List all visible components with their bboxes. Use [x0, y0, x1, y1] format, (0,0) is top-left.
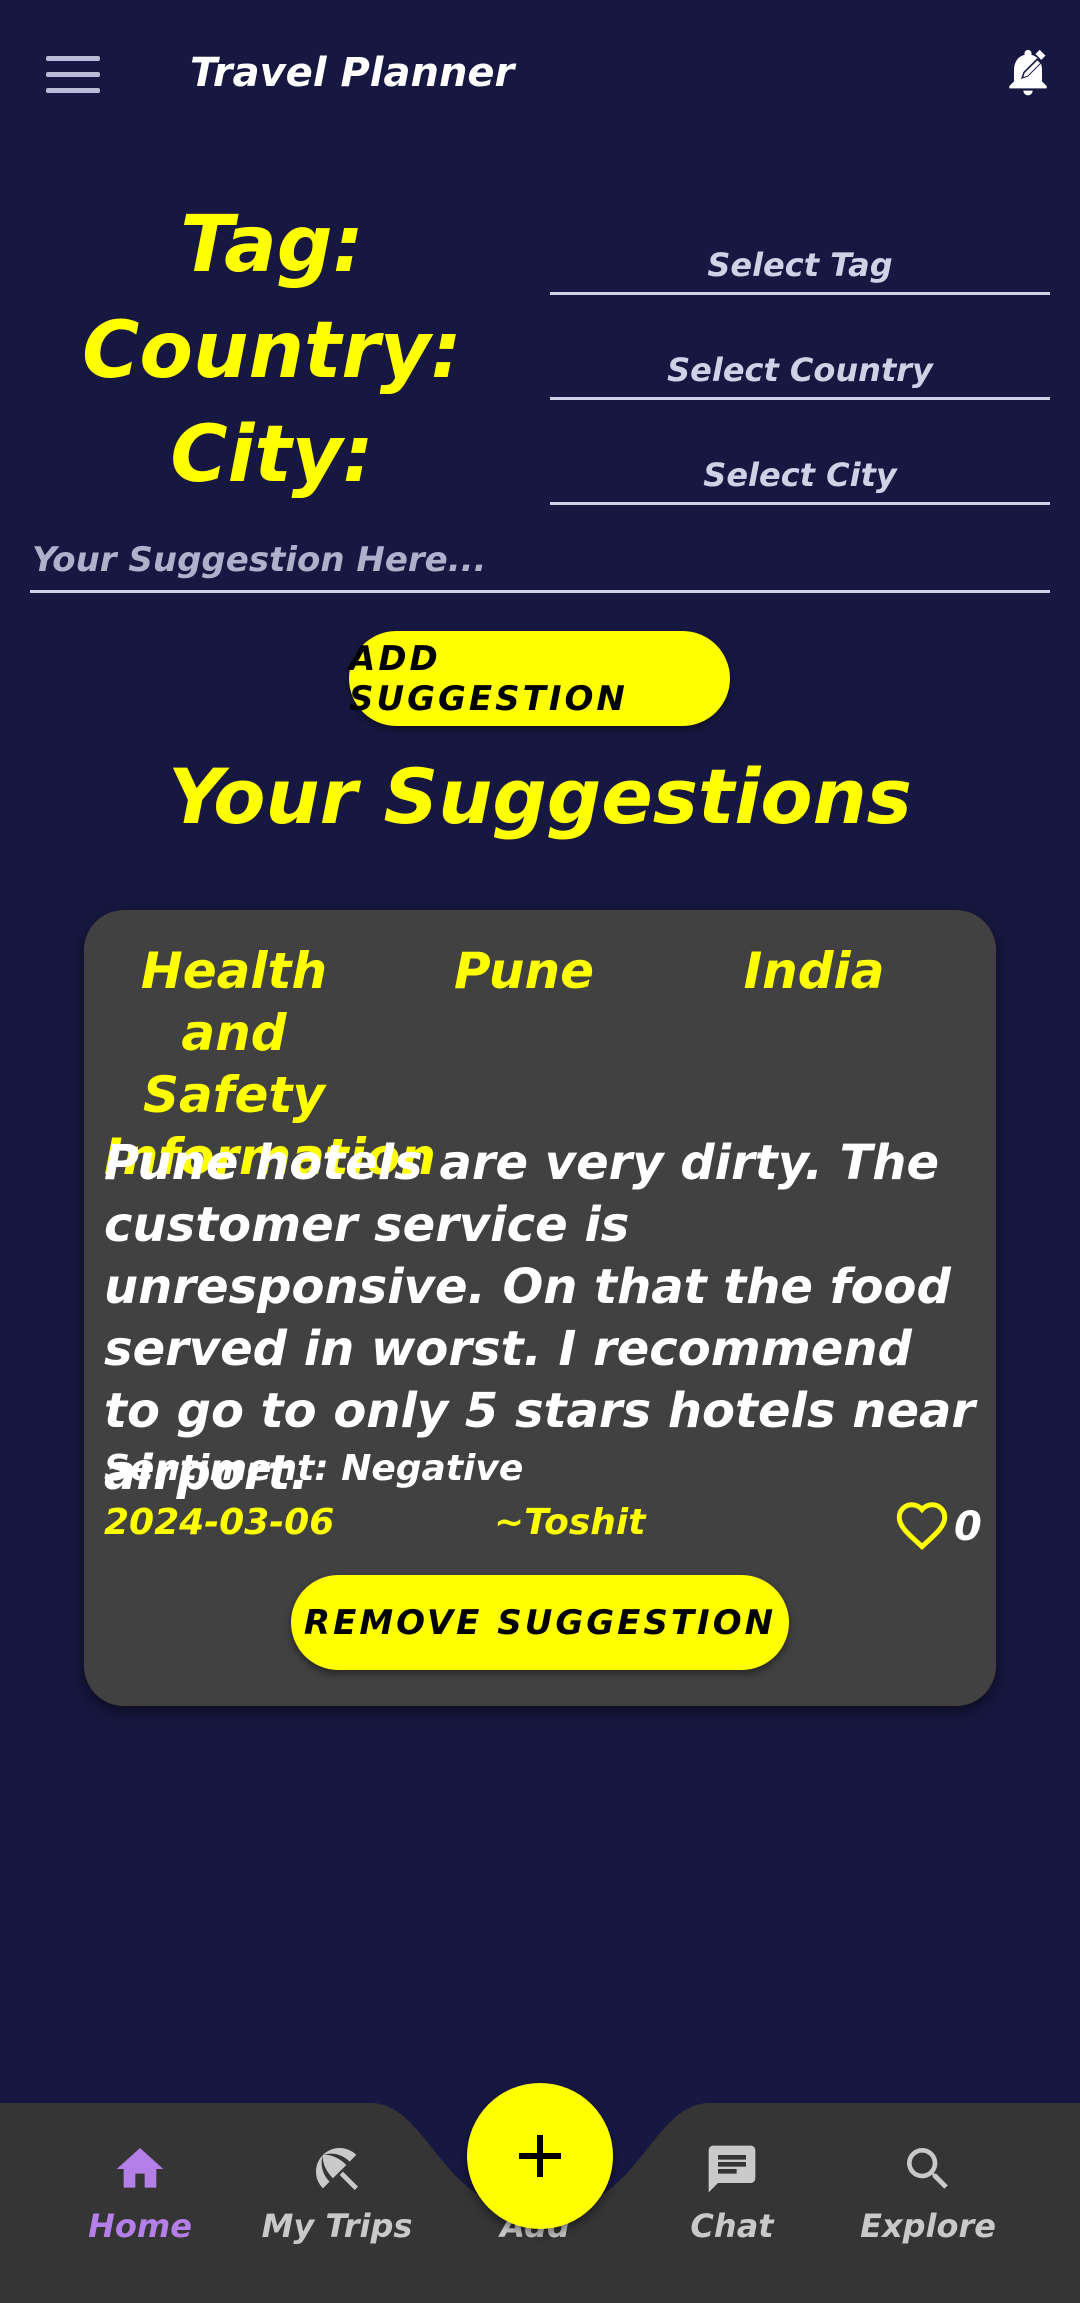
app-bar: Travel Planner	[0, 0, 1080, 150]
nav-label-my-trips: My Trips	[261, 2207, 413, 2245]
search-icon	[907, 2148, 948, 2189]
heart-icon[interactable]	[894, 1500, 950, 1550]
tag-label: Tag:	[180, 200, 364, 290]
suggestion-author: ~Toshit	[494, 1502, 646, 1543]
country-select-placeholder: Select Country	[667, 351, 933, 389]
add-fab-button[interactable]	[467, 2083, 613, 2229]
nav-item-chat[interactable]: Chat	[642, 2141, 822, 2245]
suggestion-input-placeholder: Your Suggestion Here...	[32, 540, 487, 580]
suggestion-sentiment: Sentiment: Negative	[104, 1448, 524, 1489]
app-title: Travel Planner	[190, 50, 515, 96]
nav-item-home[interactable]: Home	[50, 2141, 230, 2245]
suggestion-country: India	[743, 942, 885, 1000]
nav-label-chat: Chat	[690, 2207, 774, 2245]
nav-item-explore[interactable]: Explore	[838, 2141, 1018, 2245]
hamburger-menu-icon[interactable]	[46, 56, 100, 94]
tag-select-placeholder: Select Tag	[707, 246, 893, 284]
nav-label-explore: Explore	[860, 2207, 996, 2245]
suggestion-card: Health and Safety Information Pune India…	[84, 910, 996, 1706]
country-label: Country:	[82, 306, 462, 396]
city-label: City:	[170, 410, 374, 500]
like-count: 0	[954, 1504, 982, 1550]
edit-notification-icon[interactable]	[1000, 44, 1056, 100]
city-select[interactable]: Select City	[550, 445, 1050, 505]
suggestion-date: 2024-03-06	[104, 1502, 335, 1543]
nav-label-home: Home	[88, 2207, 192, 2245]
city-select-placeholder: Select City	[703, 456, 897, 494]
add-suggestion-button[interactable]: ADD SUGGESTION	[349, 631, 730, 726]
country-select[interactable]: Select Country	[550, 340, 1050, 400]
suggestion-input[interactable]: Your Suggestion Here...	[30, 535, 1050, 593]
section-title: Your Suggestions	[168, 752, 912, 841]
tag-select[interactable]: Select Tag	[550, 235, 1050, 295]
chat-icon	[708, 2145, 756, 2193]
home-icon	[116, 2148, 164, 2188]
remove-suggestion-button[interactable]: REMOVE SUGGESTION	[291, 1575, 789, 1670]
umbrella-icon	[316, 2148, 358, 2190]
plus-icon	[519, 2135, 561, 2177]
suggestion-city: Pune	[454, 942, 594, 1000]
nav-item-my-trips[interactable]: My Trips	[247, 2141, 427, 2245]
